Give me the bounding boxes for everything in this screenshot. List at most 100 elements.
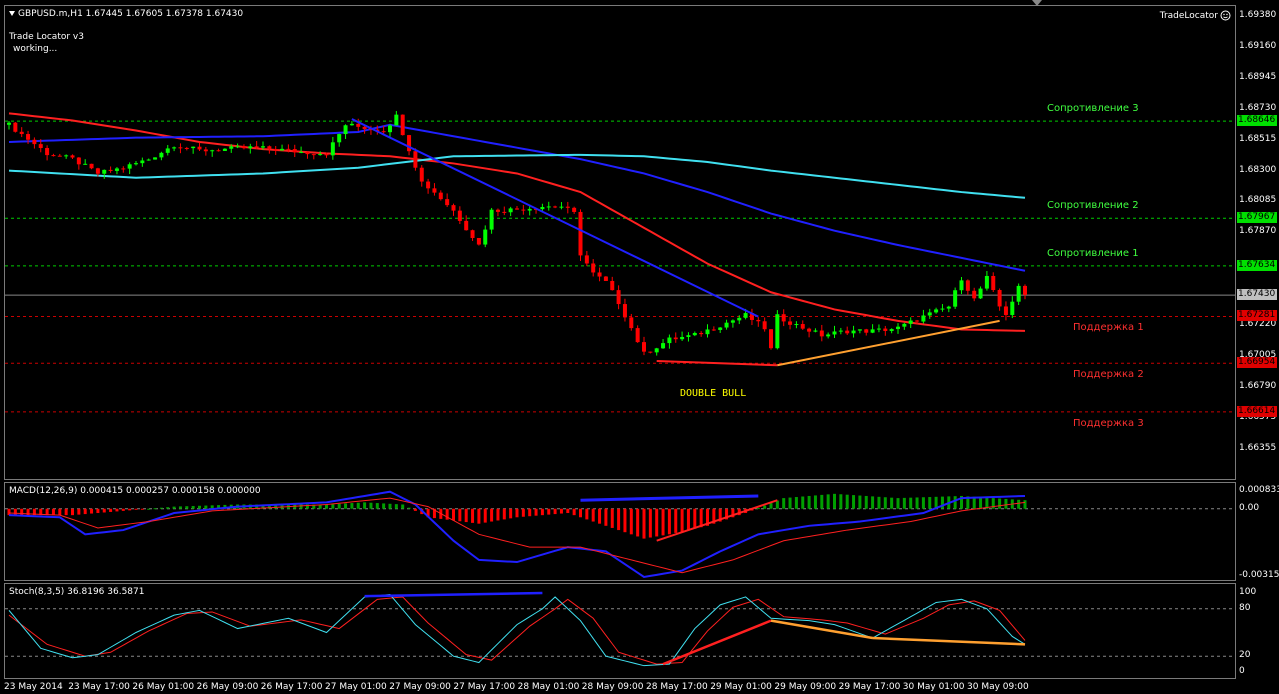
macd-histogram-bar: [128, 508, 132, 511]
macd-histogram-bar: [794, 497, 798, 509]
candle-body: [172, 147, 177, 149]
candle-body: [330, 142, 335, 156]
level-label-3: Поддержка 1: [1073, 322, 1144, 334]
macd-histogram-bar: [559, 508, 563, 514]
macd-histogram-bar: [477, 508, 481, 524]
candle-body: [692, 332, 697, 336]
level-price-tag-4: 1.66954: [1237, 357, 1277, 369]
macd-histogram-bar: [178, 506, 182, 509]
candle-body: [800, 324, 805, 329]
shift-marker-icon[interactable]: [1032, 0, 1042, 6]
macd-histogram-bar: [413, 508, 417, 511]
candle-body: [965, 280, 970, 291]
candle-body: [959, 280, 964, 291]
candle-body: [19, 131, 24, 135]
candle-body: [483, 229, 488, 245]
macd-histogram-bar: [382, 503, 386, 509]
candle-body: [578, 211, 583, 256]
candle-body: [661, 343, 666, 349]
candle-body: [515, 208, 519, 210]
macd-histogram-bar: [909, 497, 913, 509]
candle-body: [711, 329, 716, 331]
macd-histogram-bar: [388, 503, 392, 509]
price-tick-7: 1.67870: [1239, 226, 1277, 237]
macd-histogram-bar: [775, 500, 779, 509]
macd-histogram-bar: [693, 508, 697, 529]
candle-body: [229, 146, 234, 149]
macd-histogram-bar: [83, 508, 87, 515]
time-label-7: 27 May 17:00: [453, 682, 516, 692]
stochastic-canvas: [5, 591, 1235, 667]
macd-histogram-bar: [585, 508, 589, 520]
price-tick-3: 1.68730: [1239, 103, 1277, 114]
macd-tick-2: -0.003155: [1239, 570, 1279, 580]
macd-histogram-bar: [166, 507, 170, 509]
candle-body: [299, 151, 304, 153]
macd-histogram-bar: [401, 504, 405, 509]
macd-axis[interactable]: 0.000833 0.00 -0.003155: [1236, 482, 1279, 581]
macd-histogram-bar: [331, 504, 335, 509]
candle-body: [445, 199, 450, 206]
candle-body: [165, 148, 170, 153]
time-label-0: 23 May 2014: [4, 682, 63, 692]
stoch-signal-line: [8, 596, 1026, 665]
candle-body: [775, 314, 780, 349]
macd-histogram-bar: [877, 496, 881, 509]
candle-body: [857, 329, 862, 331]
candle-body: [57, 155, 62, 157]
candle-body: [743, 313, 748, 318]
indicator-name: Trade Locator v3: [9, 32, 84, 42]
macd-histogram-bar: [636, 508, 640, 537]
stoch-tick-0: 100: [1239, 587, 1257, 597]
candle-body: [953, 290, 958, 307]
candle-body: [876, 328, 881, 330]
dropdown-arrow-icon[interactable]: [9, 11, 15, 16]
candle-body: [788, 321, 793, 325]
time-axis[interactable]: 23 May 2014 23 May 17:00 26 May 01:00 26 Ma…: [0, 680, 1279, 694]
candle-body: [889, 329, 894, 332]
candle-body: [140, 160, 145, 164]
macd-histogram-bar: [51, 508, 55, 516]
macd-histogram-bar: [464, 508, 468, 523]
candle-body: [991, 275, 996, 291]
candle-body: [610, 280, 615, 291]
price-chart-pane[interactable]: GBPUSD.m,H1 1.67445 1.67605 1.67378 1.67…: [4, 5, 1236, 480]
candle-body: [673, 337, 678, 340]
macd-histogram-bar: [198, 505, 201, 509]
candle-body: [1010, 301, 1015, 315]
macd-histogram-bar: [521, 508, 525, 517]
macd-histogram-bar: [572, 508, 576, 516]
candle-body: [686, 335, 691, 337]
macd-histogram-bar: [534, 508, 538, 516]
candle-body: [769, 329, 773, 349]
macd-histogram-bar: [928, 497, 932, 509]
macd-histogram-bar: [185, 506, 189, 509]
candle-body: [737, 317, 742, 321]
candle-body: [197, 146, 202, 150]
tradelocator-badge[interactable]: TradeLocator: [1160, 10, 1231, 21]
macd-histogram-bar: [642, 508, 646, 539]
macd-histogram-bar: [833, 493, 836, 509]
stoch-tick-3: 0: [1239, 666, 1245, 676]
tradelocator-label: TradeLocator: [1159, 10, 1218, 21]
macd-histogram-bar: [471, 508, 475, 523]
macd-histogram-bar: [915, 497, 919, 509]
candle-body: [934, 309, 939, 313]
stochastic-axis[interactable]: 100 80 20 0: [1236, 583, 1279, 679]
stochastic-pane[interactable]: Stoch(8,3,5) 36.8196 36.5871: [4, 583, 1236, 679]
candle-body: [432, 188, 437, 193]
candle-body: [559, 206, 564, 208]
macd-pane[interactable]: MACD(12,26,9) 0.000415 0.000257 0.000158…: [4, 482, 1236, 581]
price-tick-4: 1.68515: [1239, 133, 1277, 144]
price-axis[interactable]: 1.69380 1.69160 1.68945 1.68730 1.68515 1.683…: [1236, 5, 1279, 480]
candle-body: [280, 148, 285, 151]
level-price-tag-5: 1.66614: [1237, 405, 1277, 417]
candle-body: [216, 150, 221, 152]
trend-line-orange: [777, 319, 1000, 367]
level-label-2: Сопротивление 1: [1047, 247, 1139, 259]
time-label-5: 27 May 01:00: [325, 682, 387, 692]
macd-histogram-bar: [756, 508, 760, 510]
candle-body: [572, 207, 577, 212]
macd-histogram-bar: [1017, 499, 1021, 509]
stochastic-title: Stoch(8,3,5) 36.8196 36.5871: [9, 587, 145, 597]
